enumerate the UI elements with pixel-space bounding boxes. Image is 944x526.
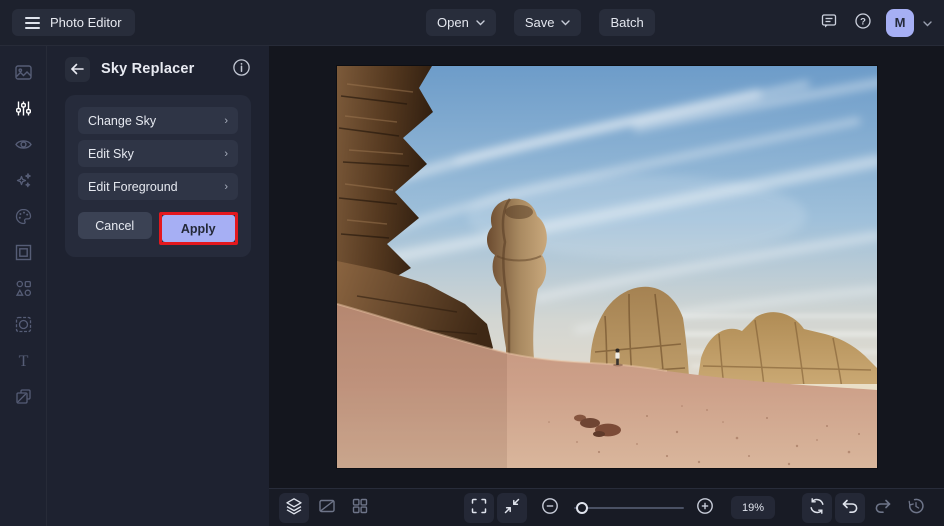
- chat-feedback-icon: [820, 12, 838, 33]
- main-menu-button[interactable]: Photo Editor: [12, 9, 135, 36]
- sky-replacer-card: Change Sky › Edit Sky › Edit Foreground …: [65, 95, 251, 257]
- sidebar-item-graphics[interactable]: [0, 270, 46, 306]
- editor-stage: 19%: [269, 46, 944, 526]
- sky-replacer-panel: Sky Replacer Change Sky › Edit Sky › Edi…: [47, 46, 269, 526]
- fit-screen-icon: [502, 496, 522, 519]
- sync-icon: [807, 496, 827, 519]
- sparkles-icon: [14, 171, 33, 190]
- layers-stack-icon: [284, 496, 304, 519]
- help-button[interactable]: ?: [849, 9, 876, 36]
- shapes-icon: [14, 279, 33, 298]
- canvas-photo[interactable]: [336, 66, 877, 468]
- svg-text:?: ?: [860, 16, 866, 27]
- info-button[interactable]: [231, 59, 251, 79]
- panel-header: Sky Replacer: [65, 56, 251, 82]
- top-bar: Photo Editor Open Save Batch ? M: [0, 0, 944, 46]
- sliders-icon: [14, 99, 33, 118]
- photo-icon: [14, 63, 33, 82]
- undo-button[interactable]: [835, 492, 865, 523]
- chevron-down-icon: [561, 19, 571, 26]
- user-avatar[interactable]: M: [886, 8, 914, 37]
- layers-button[interactable]: [279, 492, 309, 523]
- eye-icon: [14, 135, 33, 154]
- zoom-slider-handle[interactable]: [575, 501, 588, 514]
- sidebar-item-image-manager[interactable]: [0, 54, 46, 90]
- sidebar-item-artsy[interactable]: [0, 198, 46, 234]
- chevron-right-icon: ›: [224, 180, 228, 193]
- back-button[interactable]: [65, 56, 90, 82]
- tool-sidebar: T: [0, 46, 47, 526]
- edit-sky-button[interactable]: Edit Sky ›: [78, 140, 238, 167]
- fullscreen-icon: [469, 496, 489, 519]
- sidebar-item-text[interactable]: T: [0, 342, 46, 378]
- canvas-area: [269, 46, 944, 488]
- app-title: Photo Editor: [50, 15, 122, 30]
- history-icon: [906, 496, 926, 519]
- zoom-slider[interactable]: [574, 493, 684, 523]
- hamburger-icon: [25, 16, 40, 29]
- avatar-initial: M: [894, 15, 906, 30]
- zoom-out-icon: [540, 496, 560, 519]
- panel-title: Sky Replacer: [101, 61, 195, 77]
- history-button[interactable]: [901, 493, 931, 523]
- compare-icon: [317, 496, 337, 519]
- apply-button[interactable]: Apply: [161, 215, 235, 242]
- sidebar-item-edit[interactable]: [0, 90, 46, 126]
- annotation-highlight: Apply: [158, 212, 238, 245]
- open-button[interactable]: Open: [426, 9, 496, 36]
- zoom-in-icon: [695, 496, 715, 519]
- zoom-level-value: 19%: [741, 501, 765, 514]
- chevron-down-icon: [476, 19, 485, 26]
- text-icon: T: [14, 351, 33, 370]
- batch-button[interactable]: Batch: [599, 9, 655, 36]
- fit-screen-button[interactable]: [497, 492, 527, 523]
- main-row: T Sky Replacer Change Sky › Edit Sky › E…: [0, 46, 944, 526]
- sidebar-item-textures[interactable]: [0, 378, 46, 414]
- sidebar-item-overlays[interactable]: [0, 306, 46, 342]
- chevron-right-icon: ›: [224, 114, 228, 127]
- grid-icon: [350, 496, 370, 519]
- sidebar-item-effects[interactable]: [0, 162, 46, 198]
- palette-icon: [14, 207, 33, 226]
- undo-icon: [840, 496, 860, 519]
- compare-button[interactable]: [312, 493, 342, 523]
- sync-button[interactable]: [802, 492, 832, 523]
- zoom-level-badge[interactable]: 19%: [731, 496, 775, 519]
- info-icon: [232, 58, 251, 80]
- edit-foreground-button[interactable]: Edit Foreground ›: [78, 173, 238, 200]
- grid-view-button[interactable]: [345, 493, 375, 523]
- cancel-button[interactable]: Cancel: [78, 212, 152, 239]
- change-sky-button[interactable]: Change Sky ›: [78, 107, 238, 134]
- sidebar-item-frames[interactable]: [0, 234, 46, 270]
- desert-photo-illustration: [336, 66, 877, 468]
- zoom-slider-track[interactable]: [574, 506, 684, 509]
- card-actions: Cancel Apply: [78, 212, 238, 245]
- topbar-right: ? M: [815, 8, 932, 37]
- zoom-out-button[interactable]: [535, 493, 565, 523]
- bottom-toolbar: 19%: [269, 488, 944, 526]
- help-icon: ?: [854, 12, 872, 33]
- pattern-icon: [14, 315, 33, 334]
- redo-icon: [873, 496, 893, 519]
- save-button[interactable]: Save: [513, 9, 582, 36]
- fullscreen-button[interactable]: [464, 492, 494, 523]
- chevron-down-icon[interactable]: [923, 14, 932, 32]
- chevron-right-icon: ›: [224, 147, 228, 160]
- layers-icon: [14, 387, 33, 406]
- file-actions: Open Save Batch: [426, 9, 655, 36]
- chat-feedback-button[interactable]: [815, 9, 842, 36]
- redo-button[interactable]: [868, 493, 898, 523]
- sidebar-item-touchup[interactable]: [0, 126, 46, 162]
- svg-text:T: T: [18, 353, 28, 370]
- photo-editor-app: Photo Editor Open Save Batch ? M T Sky R…: [0, 0, 944, 526]
- frame-icon: [14, 243, 33, 262]
- zoom-in-button[interactable]: [690, 493, 720, 523]
